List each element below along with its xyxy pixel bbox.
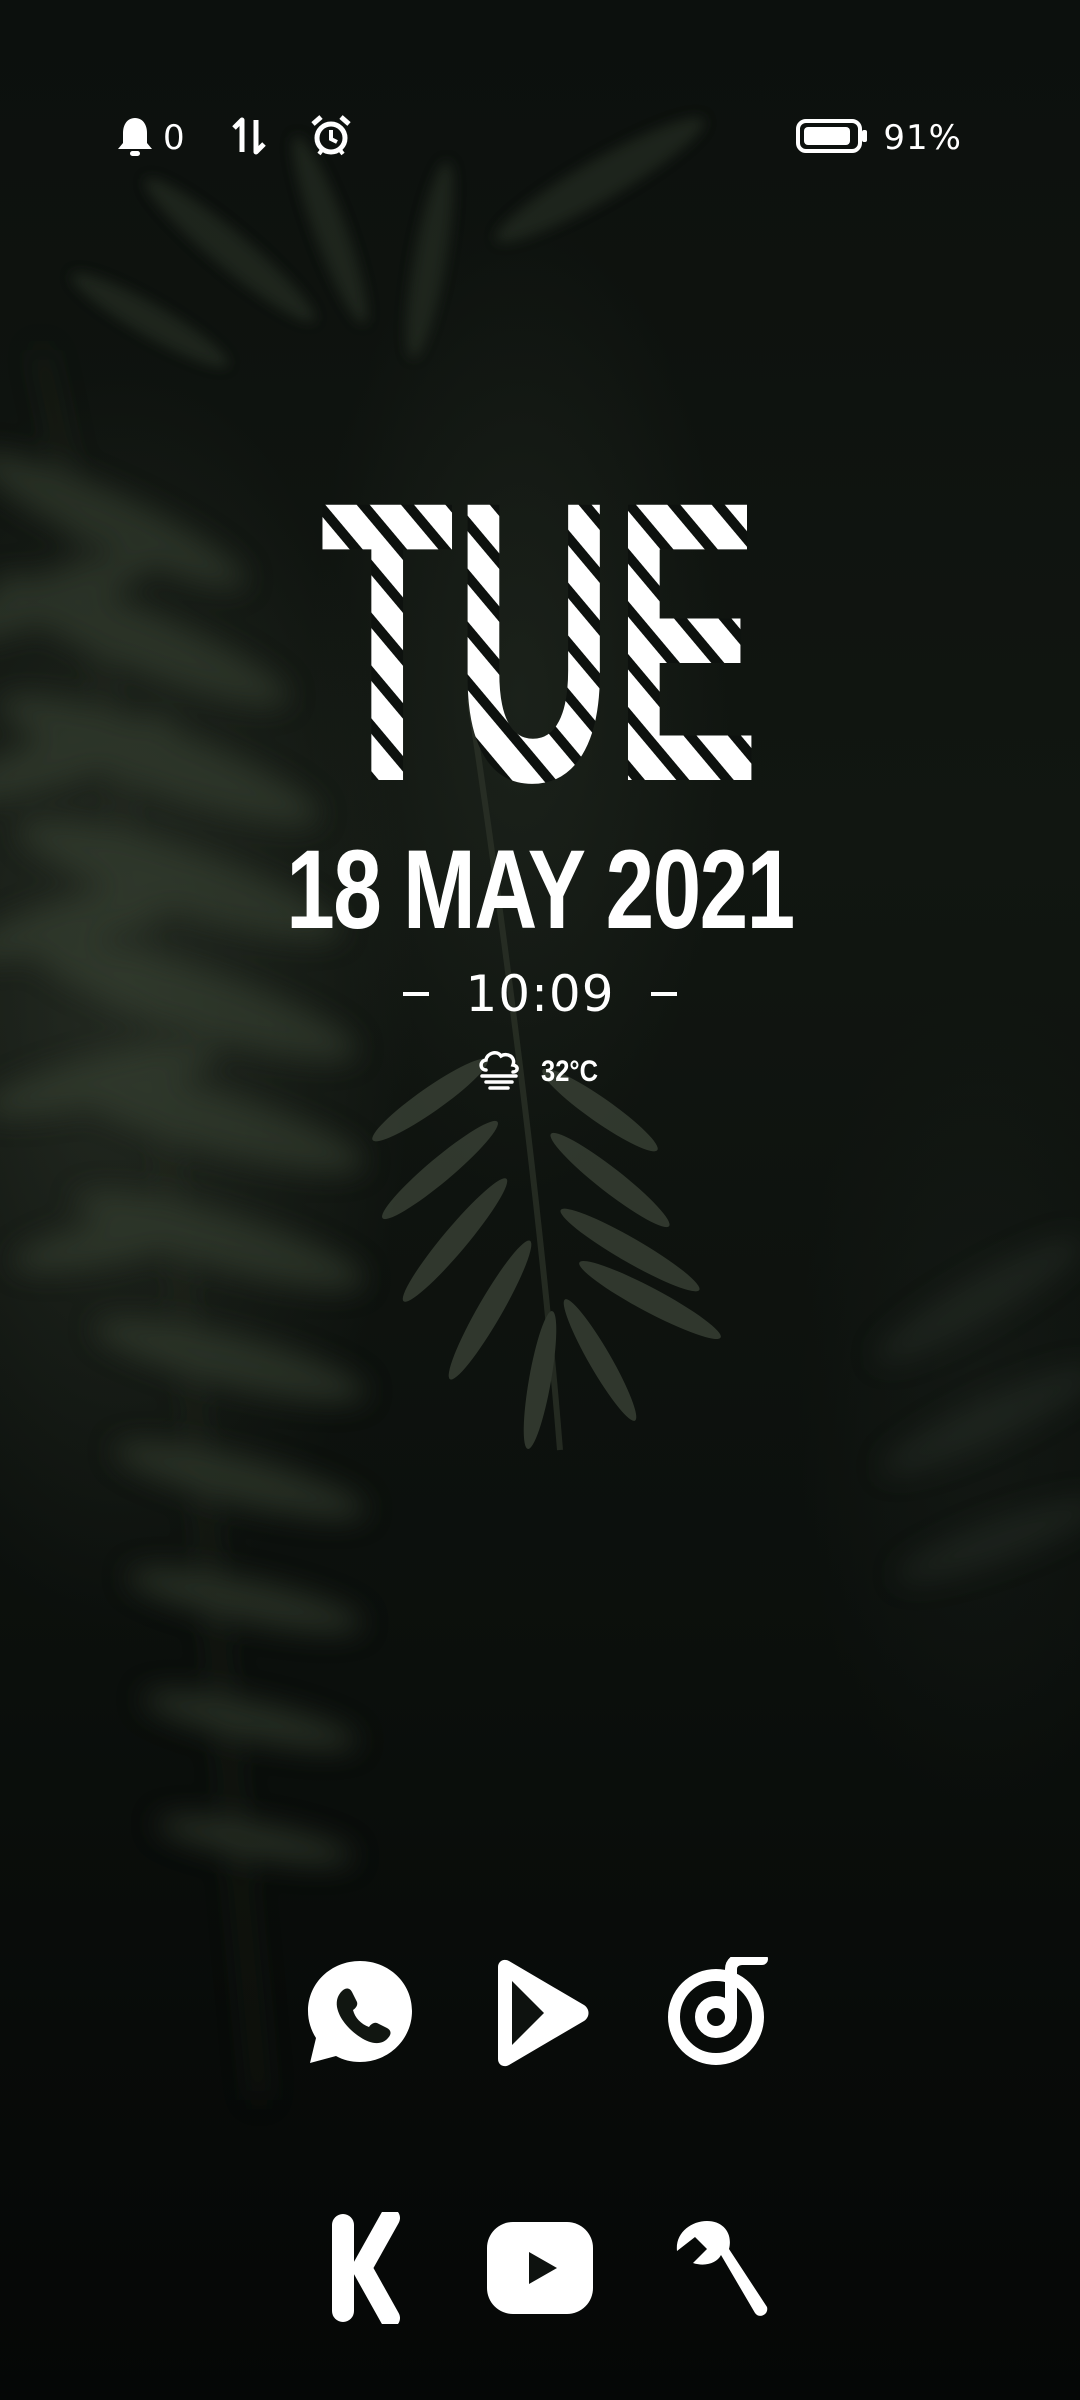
data-transfer-icon [230,116,270,160]
temperature-text: 32°C [541,1055,599,1088]
play-store-app[interactable] [480,1955,600,2075]
youtube-icon [485,2220,595,2320]
wrench-icon [667,2215,773,2325]
time-dash-right [650,992,677,996]
fog-cloud-icon [476,1048,522,1096]
whatsapp-app[interactable] [300,1955,420,2075]
tools-app[interactable] [660,2210,780,2330]
time-dash-left [403,992,430,996]
lock-screen: 0 91% TUE TUE 18 MAY 2021 10:09 32°C [0,0,1080,2400]
music-app[interactable] [660,1953,780,2075]
music-disc-icon [666,1953,774,2073]
date-text: 18 MAY 2021 [286,827,795,952]
play-store-icon [488,1957,592,2073]
time-text: 10:09 [465,965,615,1023]
k-logo-icon [320,2208,400,2328]
alarm-icon [310,114,352,162]
kwgt-app[interactable] [300,2208,420,2330]
whatsapp-icon [304,1957,416,2073]
battery-percent: 91% [883,118,962,158]
day-of-week: TUE TUE [320,450,760,800]
time-row: 10:09 [0,965,1080,1023]
battery-icon [795,118,869,158]
bell-icon [115,115,155,161]
youtube-app[interactable] [480,2210,600,2330]
day-text: TUE [320,450,760,800]
status-bar-right: 91% [795,110,962,166]
status-bar-left: 0 [115,110,352,166]
weather-row: 32°C [0,1048,1080,1096]
notification-count: 0 [163,118,186,158]
